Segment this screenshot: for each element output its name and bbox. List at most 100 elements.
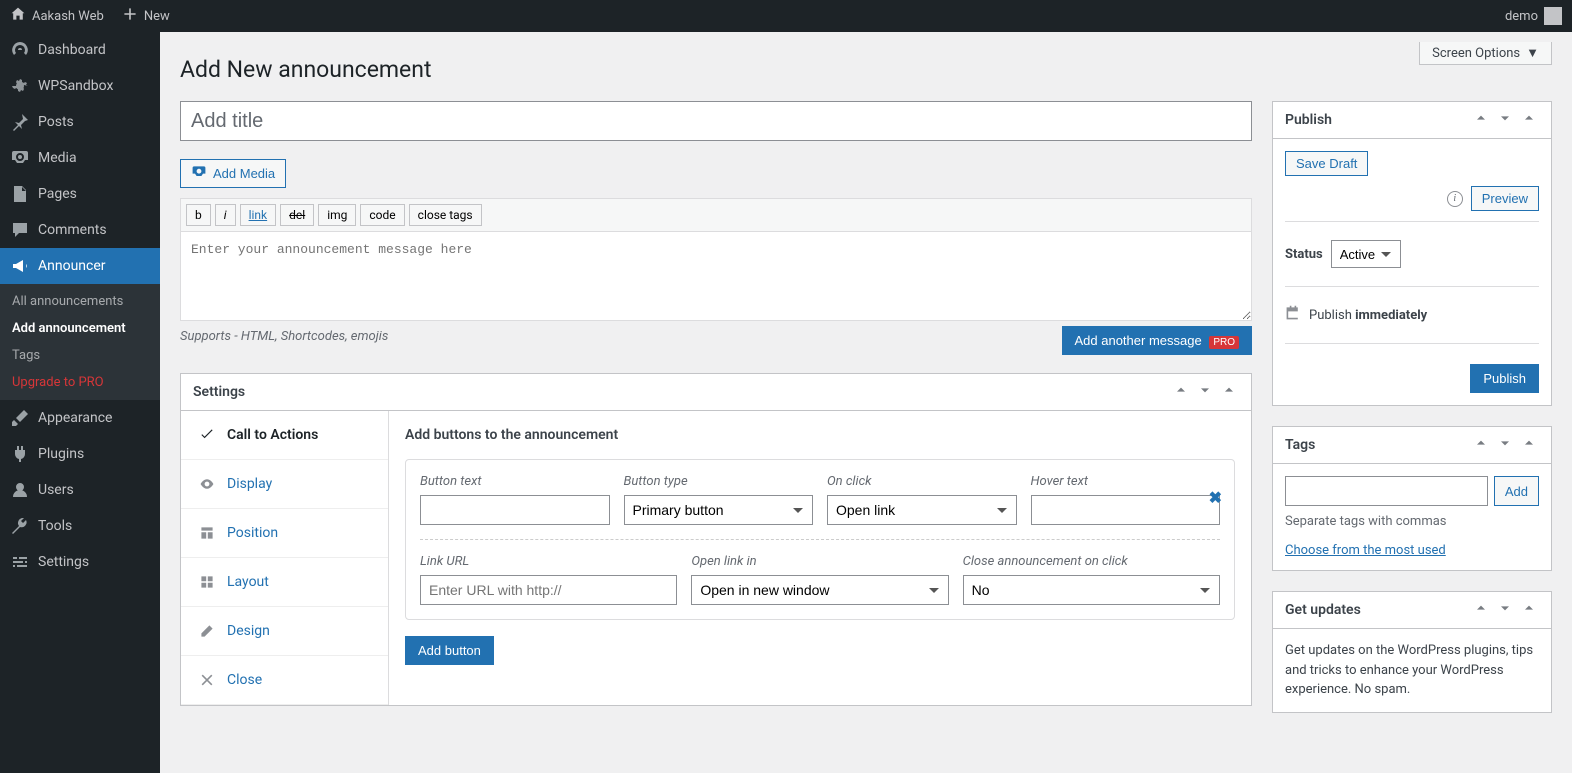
plus-icon: [122, 6, 138, 26]
screen-options-toggle[interactable]: Screen Options ▼: [1419, 42, 1552, 65]
site-link[interactable]: Aakash Web: [10, 6, 104, 26]
main-content: Screen Options ▼ Add New announcement Ad…: [160, 32, 1572, 773]
tab-cta[interactable]: Call to Actions: [181, 411, 388, 460]
move-up-icon[interactable]: [1171, 380, 1191, 404]
menu-comments[interactable]: Comments: [0, 212, 160, 248]
publish-postbox: Publish Save Draft i Previ: [1272, 101, 1552, 406]
menu-announcer[interactable]: Announcer: [0, 248, 160, 284]
save-draft-button[interactable]: Save Draft: [1285, 151, 1368, 176]
button-type-label: Button type: [624, 474, 814, 489]
plug-icon: [10, 444, 30, 464]
editor-toolbar: b i link del img code close tags: [180, 198, 1252, 231]
move-up-icon[interactable]: [1471, 598, 1491, 622]
gear-icon: [10, 76, 30, 96]
submenu-all[interactable]: All announcements: [0, 288, 160, 315]
grid-icon: [199, 574, 215, 590]
open-in-select[interactable]: Open in new window: [691, 575, 948, 605]
tags-input[interactable]: [1285, 476, 1488, 506]
status-label: Status: [1285, 247, 1323, 262]
menu-settings[interactable]: Settings: [0, 544, 160, 580]
caret-down-icon: ▼: [1526, 45, 1539, 61]
pro-badge: PRO: [1209, 336, 1239, 349]
move-up-icon[interactable]: [1471, 108, 1491, 132]
dashboard-icon: [10, 40, 30, 60]
add-media-button[interactable]: Add Media: [180, 159, 286, 188]
button-config-block: ✖ Button text Button type Primary button: [405, 459, 1235, 620]
submenu-tags[interactable]: Tags: [0, 342, 160, 369]
link-url-input[interactable]: [420, 575, 677, 605]
tags-title: Tags: [1285, 427, 1315, 463]
menu-posts[interactable]: Posts: [0, 104, 160, 140]
ed-link[interactable]: link: [240, 204, 277, 226]
publish-button[interactable]: Publish: [1470, 364, 1539, 393]
ed-img[interactable]: img: [318, 204, 356, 226]
toggle-icon[interactable]: [1219, 380, 1239, 404]
move-down-icon[interactable]: [1495, 108, 1515, 132]
ed-italic[interactable]: i: [215, 204, 236, 226]
wrench-icon: [10, 516, 30, 536]
move-down-icon[interactable]: [1195, 380, 1215, 404]
move-up-icon[interactable]: [1471, 433, 1491, 457]
choose-tags-link[interactable]: Choose from the most used: [1285, 543, 1446, 558]
user-menu[interactable]: demo: [1505, 7, 1562, 25]
admin-bar: Aakash Web New demo: [0, 0, 1572, 32]
tab-display[interactable]: Display: [181, 460, 388, 509]
close-on-click-select[interactable]: No: [963, 575, 1220, 605]
ed-code[interactable]: code: [360, 204, 404, 226]
home-icon: [10, 6, 26, 26]
brush-icon: [10, 408, 30, 428]
info-icon[interactable]: i: [1447, 191, 1463, 207]
on-click-select[interactable]: Open link: [827, 495, 1017, 525]
calendar-icon: [1285, 305, 1301, 325]
tab-design[interactable]: Design: [181, 607, 388, 656]
preview-button[interactable]: Preview: [1471, 186, 1539, 211]
menu-appearance[interactable]: Appearance: [0, 400, 160, 436]
hover-text-input[interactable]: [1031, 495, 1221, 525]
settings-content-title: Add buttons to the announcement: [405, 427, 1235, 443]
move-down-icon[interactable]: [1495, 598, 1515, 622]
divider: [420, 539, 1220, 540]
menu-tools[interactable]: Tools: [0, 508, 160, 544]
toggle-icon[interactable]: [1519, 108, 1539, 132]
menu-wpsandbox[interactable]: WPSandbox: [0, 68, 160, 104]
pin-icon: [10, 112, 30, 132]
menu-users[interactable]: Users: [0, 472, 160, 508]
open-in-label: Open link in: [691, 554, 948, 569]
tab-layout[interactable]: Layout: [181, 558, 388, 607]
ed-close-tags[interactable]: close tags: [409, 204, 482, 226]
button-text-input[interactable]: [420, 495, 610, 525]
menu-pages[interactable]: Pages: [0, 176, 160, 212]
new-link[interactable]: New: [122, 6, 170, 26]
settings-postbox: Settings Call to Actions: [180, 373, 1252, 706]
editor-textarea[interactable]: [180, 231, 1252, 321]
check-icon: [199, 427, 215, 443]
move-down-icon[interactable]: [1495, 433, 1515, 457]
status-select[interactable]: Active: [1331, 240, 1401, 268]
media-add-icon: [191, 164, 207, 183]
avatar: [1544, 7, 1562, 25]
ed-bold[interactable]: b: [186, 204, 211, 226]
updates-text: Get updates on the WordPress plugins, ti…: [1285, 641, 1539, 700]
tab-close[interactable]: Close: [181, 656, 388, 705]
comment-icon: [10, 220, 30, 240]
on-click-label: On click: [827, 474, 1017, 489]
submenu-upgrade[interactable]: Upgrade to PRO: [0, 369, 160, 396]
button-type-select[interactable]: Primary button: [624, 495, 814, 525]
menu-dashboard[interactable]: Dashboard: [0, 32, 160, 68]
settings-title: Settings: [193, 374, 245, 410]
remove-button-icon[interactable]: ✖: [1209, 488, 1222, 507]
title-input[interactable]: [180, 101, 1252, 141]
add-tag-button[interactable]: Add: [1494, 476, 1539, 506]
pencil-icon: [199, 623, 215, 639]
submenu-add[interactable]: Add announcement: [0, 315, 160, 342]
toggle-icon[interactable]: [1519, 433, 1539, 457]
menu-plugins[interactable]: Plugins: [0, 436, 160, 472]
tab-position[interactable]: Position: [181, 509, 388, 558]
toggle-icon[interactable]: [1519, 598, 1539, 622]
add-button-button[interactable]: Add button: [405, 636, 494, 665]
tags-postbox: Tags Add Separate tags with commas: [1272, 426, 1552, 571]
menu-media[interactable]: Media: [0, 140, 160, 176]
sliders-icon: [10, 552, 30, 572]
ed-del[interactable]: del: [280, 204, 314, 226]
add-another-message-button[interactable]: Add another message PRO: [1062, 326, 1253, 355]
